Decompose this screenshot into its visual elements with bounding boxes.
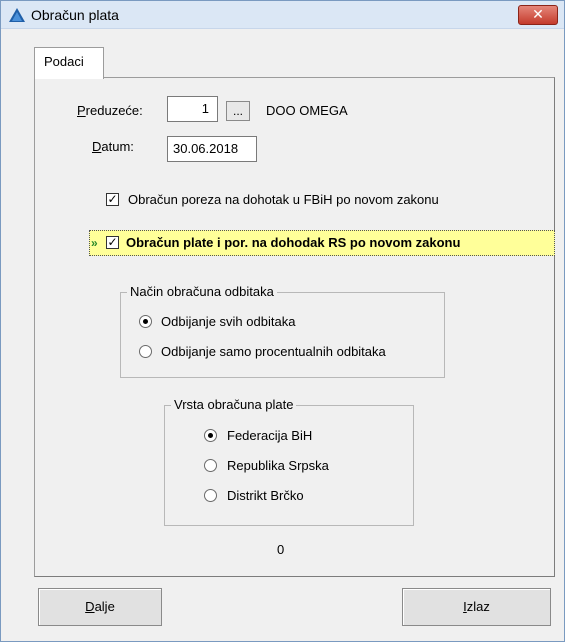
radio-distrikt-brcko[interactable] — [204, 489, 217, 502]
next-button[interactable]: Dalje — [38, 588, 162, 626]
company-label: Preduzeće: — [77, 103, 143, 118]
radio-republika-srpska-label: Republika Srpska — [227, 458, 329, 473]
radio-federacija-bih-label: Federacija BiH — [227, 428, 313, 443]
close-icon: ✕ — [532, 6, 544, 22]
close-button[interactable]: ✕ — [518, 5, 558, 25]
company-browse-button[interactable]: ... — [226, 101, 250, 121]
fbih-tax-checkbox[interactable]: ✓ — [106, 193, 119, 206]
window-title: Obračun plata — [31, 7, 119, 23]
app-icon — [8, 7, 26, 23]
rs-tax-label: Obračun plate i por. na dohodak RS po no… — [126, 235, 461, 250]
rs-tax-checkbox[interactable]: ✓ — [106, 236, 119, 249]
company-id-field[interactable]: 1 — [167, 96, 218, 122]
title-bar[interactable]: Obračun plata ✕ — [1, 1, 564, 29]
date-label: Datum: — [92, 139, 134, 154]
salary-type-title: Vrsta obračuna plate — [171, 397, 297, 412]
fbih-tax-label: Obračun poreza na dohotak u FBiH po novo… — [128, 192, 439, 207]
date-field[interactable]: 30.06.2018 — [167, 136, 257, 162]
tab-podaci[interactable]: Podaci — [34, 47, 104, 79]
radio-distrikt-brcko-label: Distrikt Brčko — [227, 488, 304, 503]
focus-arrow-icon: » — [91, 236, 98, 250]
deduction-method-title: Način obračuna odbitaka — [127, 284, 277, 299]
radio-republika-srpska[interactable] — [204, 459, 217, 472]
radio-federacija-bih[interactable] — [204, 429, 217, 442]
exit-button[interactable]: Izlaz — [402, 588, 551, 626]
radio-all-deductions-label: Odbijanje svih odbitaka — [161, 314, 296, 329]
radio-percent-deductions-label: Odbijanje samo procentualnih odbitaka — [161, 344, 386, 359]
counter-value: 0 — [277, 542, 285, 557]
deduction-method-group: Način obračuna odbitaka — [120, 284, 445, 378]
radio-percent-deductions[interactable] — [139, 345, 152, 358]
radio-all-deductions[interactable] — [139, 315, 152, 328]
company-name: DOO OMEGA — [266, 103, 348, 118]
dialog-window: Obračun plata ✕ Podaci Preduzeće: 1 ... … — [0, 0, 565, 642]
